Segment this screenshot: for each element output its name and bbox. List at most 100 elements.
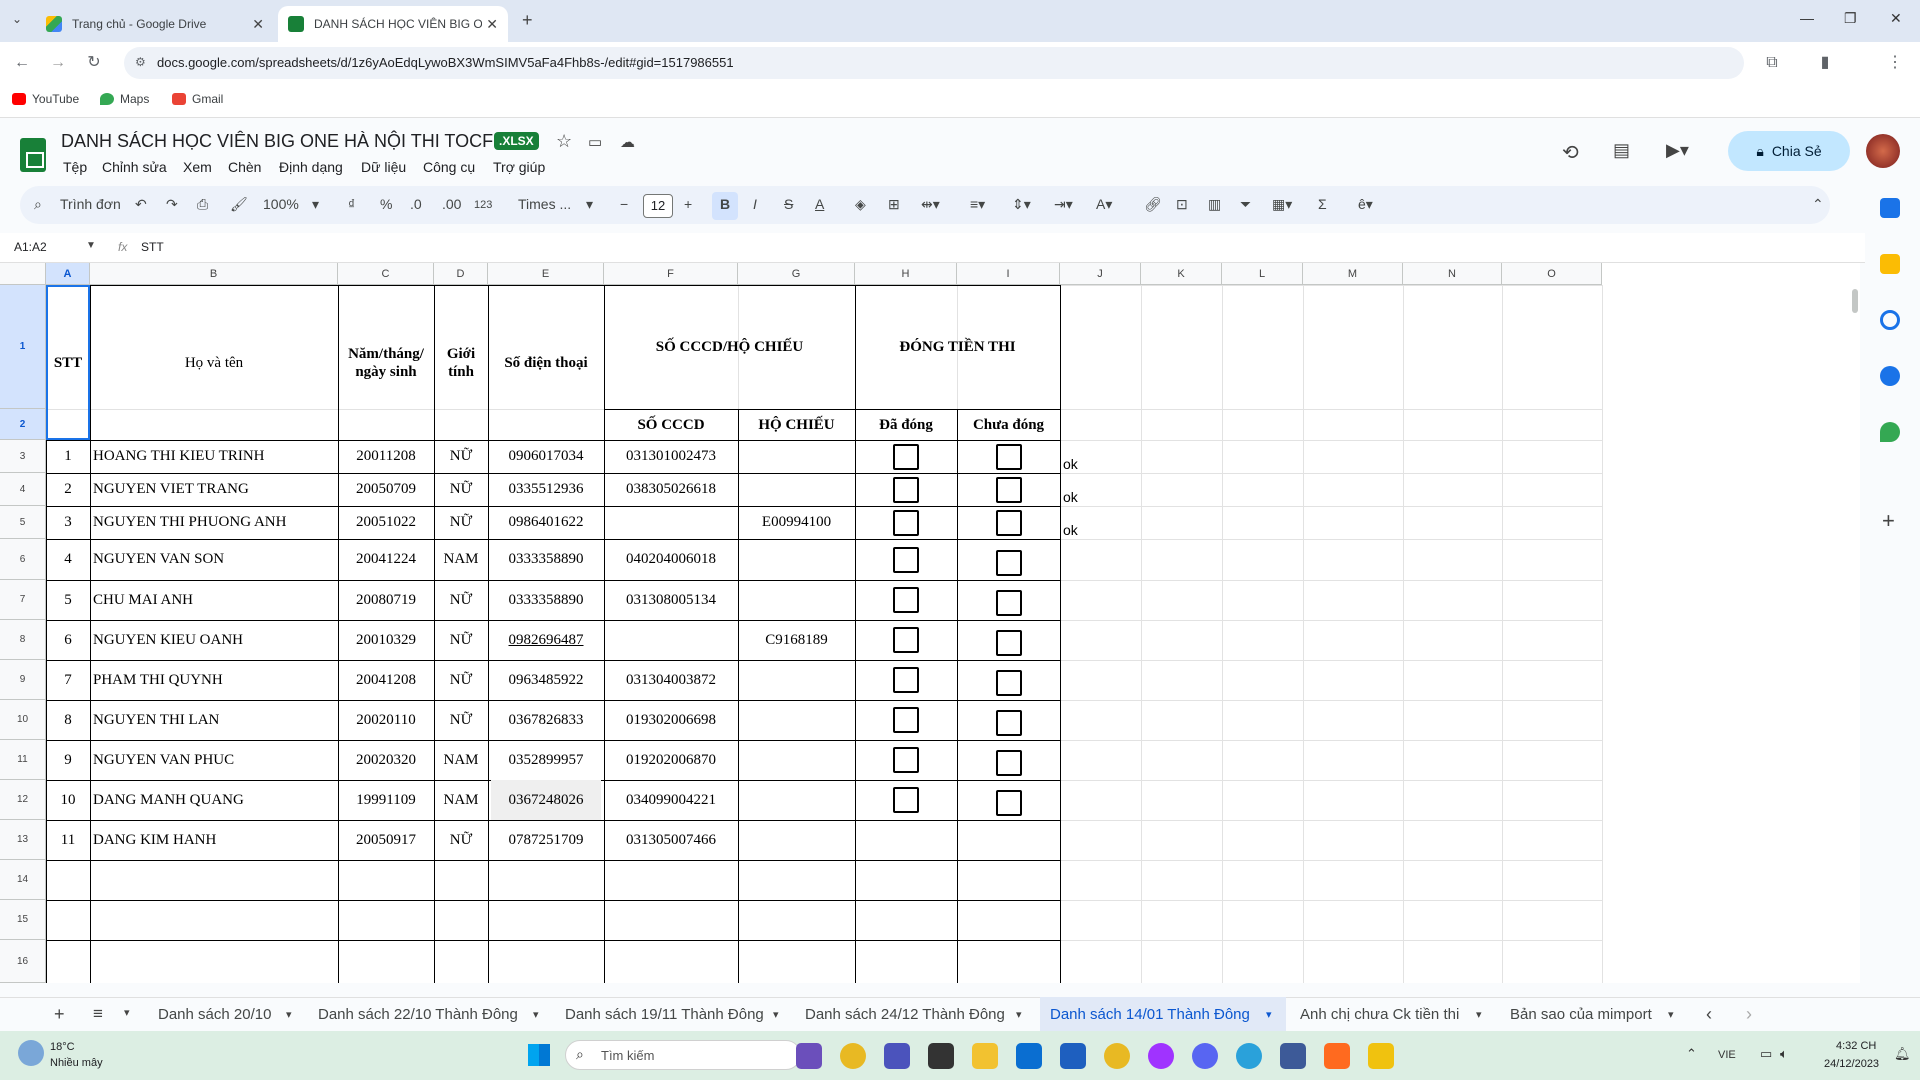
cell-note[interactable]: ok <box>1063 506 1078 539</box>
cell-name[interactable]: HOANG THI KIEU TRINH <box>93 440 335 473</box>
cell-dob[interactable]: 20050917 <box>341 820 431 860</box>
cell-gender[interactable]: NỮ <box>437 473 485 506</box>
cell-stt[interactable]: 4 <box>49 539 87 580</box>
clock-time[interactable]: 4:32 CH <box>1836 1040 1876 1052</box>
row-header[interactable]: 16 <box>0 940 46 983</box>
paint-format-icon[interactable]: 🖌︎ <box>230 196 248 213</box>
cell-phone[interactable]: 0982696487 <box>491 620 601 660</box>
italic-icon[interactable]: I <box>753 196 757 212</box>
chevron-down-icon[interactable]: ▾ <box>1266 1008 1272 1021</box>
fill-color-icon[interactable]: ◈ <box>855 196 866 213</box>
select-all-corner[interactable] <box>0 263 46 285</box>
cell-dob[interactable]: 20050709 <box>341 473 431 506</box>
column-header[interactable]: H <box>855 263 957 285</box>
functions-icon[interactable]: Σ <box>1318 196 1327 212</box>
cell-passport[interactable] <box>741 700 852 740</box>
network-icon[interactable]: ▭ <box>1760 1046 1772 1062</box>
decrease-decimal-button[interactable]: .0 <box>410 196 422 212</box>
cell-passport[interactable]: C9168189 <box>741 620 852 660</box>
cell-cccd[interactable]: 034099004221 <box>607 780 735 820</box>
app-icon[interactable] <box>1368 1043 1394 1069</box>
cell-gender[interactable]: NỮ <box>437 506 485 539</box>
chevron-down-icon[interactable]: ▾ <box>773 1008 779 1021</box>
cell-note[interactable]: ok <box>1063 473 1078 506</box>
cell-name[interactable]: NGUYEN VAN SON <box>93 539 335 580</box>
close-window-icon[interactable]: ✕ <box>1890 10 1902 27</box>
row-header[interactable]: 4 <box>0 473 46 506</box>
row-header[interactable]: 12 <box>0 780 46 820</box>
cell-name[interactable]: NGUYEN VAN PHUC <box>93 740 335 780</box>
tab-list-icon[interactable]: ⌄ <box>12 12 22 26</box>
clock-date[interactable]: 24/12/2023 <box>1824 1058 1879 1070</box>
insert-link-icon[interactable]: 🔗︎ <box>1144 196 1162 213</box>
print-icon[interactable]: ⎙ <box>197 196 208 213</box>
redo-icon[interactable]: ↷ <box>166 196 178 213</box>
menu-help[interactable]: Trợ giúp <box>493 159 545 175</box>
site-info-icon[interactable]: ⚙ <box>135 55 146 69</box>
increase-font-size-icon[interactable]: + <box>684 196 692 212</box>
cell-gender[interactable]: NỮ <box>437 660 485 700</box>
input-tools-icon[interactable]: ê▾ <box>1358 196 1373 213</box>
cell-dob[interactable]: 20080719 <box>341 580 431 620</box>
cell-passport[interactable] <box>741 580 852 620</box>
browser-tab-drive[interactable]: Trang chủ - Google Drive ✕ <box>36 6 274 42</box>
unpaid-checkbox[interactable] <box>995 670 1022 696</box>
cell-cccd[interactable] <box>607 620 735 660</box>
collapse-toolbar-icon[interactable]: ⌃ <box>1812 196 1824 213</box>
app-icon[interactable] <box>1280 1043 1306 1069</box>
sheet-tab-active[interactable]: Danh sách 14/01 Thành Đông <box>1050 1006 1250 1023</box>
paid-checkbox[interactable] <box>893 587 919 613</box>
header-dob[interactable]: Năm/tháng/ ngày sinh <box>341 285 431 440</box>
store-icon[interactable] <box>1060 1043 1086 1069</box>
paid-checkbox[interactable] <box>893 546 919 573</box>
teams-icon[interactable] <box>884 1043 910 1069</box>
unpaid-checkbox[interactable] <box>995 443 1022 470</box>
cell-cccd[interactable]: 031305007466 <box>607 820 735 860</box>
column-header[interactable]: M <box>1303 263 1403 285</box>
row-header[interactable]: 14 <box>0 860 46 900</box>
header-phone[interactable]: Số điện thoại <box>491 285 601 440</box>
cell-dob[interactable]: 20011208 <box>341 440 431 473</box>
cell-stt[interactable]: 7 <box>49 660 87 700</box>
column-header[interactable]: F <box>604 263 738 285</box>
chevron-down-icon[interactable]: ▾ <box>1476 1008 1482 1021</box>
language-indicator[interactable]: VIE <box>1718 1049 1736 1061</box>
cell-cccd[interactable]: 040204006018 <box>607 539 735 580</box>
cell-cccd[interactable]: 038305026618 <box>607 473 735 506</box>
extensions-icon[interactable]: ⧉ <box>1761 52 1783 74</box>
header-name[interactable]: Họ và tên <box>93 285 335 440</box>
menu-file[interactable]: Tệp <box>63 159 87 175</box>
currency-format-button[interactable]: ₫ <box>348 196 355 212</box>
column-header[interactable]: B <box>90 263 338 285</box>
volume-icon[interactable]: 🔈︎ <box>1780 1046 1788 1062</box>
cell-cccd[interactable]: 031301002473 <box>607 440 735 473</box>
meet-icon[interactable]: ▶▾ <box>1666 140 1689 161</box>
unpaid-checkbox[interactable] <box>995 750 1022 776</box>
borders-icon[interactable]: ⊞ <box>888 196 900 213</box>
cell-passport[interactable] <box>741 473 852 506</box>
cell-cccd[interactable]: 031308005134 <box>607 580 735 620</box>
cell-name[interactable]: DANG MANH QUANG <box>93 780 335 820</box>
column-header[interactable]: G <box>738 263 855 285</box>
close-icon[interactable]: ✕ <box>252 16 264 33</box>
cell-note[interactable]: ok <box>1063 440 1078 473</box>
chevron-down-icon[interactable]: ▼ <box>86 240 96 251</box>
search-menus-icon[interactable]: ⌕ <box>34 196 42 213</box>
percent-format-button[interactable]: % <box>380 196 392 212</box>
move-folder-icon[interactable]: ▭ <box>588 133 602 151</box>
cloud-status-icon[interactable]: ☁ <box>620 133 635 151</box>
cell-dob[interactable]: 20051022 <box>341 506 431 539</box>
cell-gender[interactable]: NỮ <box>437 440 485 473</box>
cell-dob[interactable]: 20020320 <box>341 740 431 780</box>
add-sheet-icon[interactable]: + <box>54 1004 65 1025</box>
row-header[interactable]: 7 <box>0 580 46 620</box>
unpaid-checkbox[interactable] <box>995 790 1022 816</box>
cell-stt[interactable]: 11 <box>49 820 87 860</box>
formula-input[interactable]: STT <box>141 240 164 254</box>
bookmark-youtube[interactable]: YouTube <box>12 92 79 106</box>
doc-title[interactable]: DANH SÁCH HỌC VIÊN BIG ONE HÀ NỘI THI TO… <box>61 131 503 152</box>
cell-name[interactable]: NGUYEN THI PHUONG ANH <box>93 506 335 539</box>
notifications-icon[interactable]: 🔔︎ <box>1894 1046 1911 1062</box>
insert-chart-icon[interactable]: ▥ <box>1208 196 1221 213</box>
paid-checkbox[interactable] <box>893 667 919 693</box>
